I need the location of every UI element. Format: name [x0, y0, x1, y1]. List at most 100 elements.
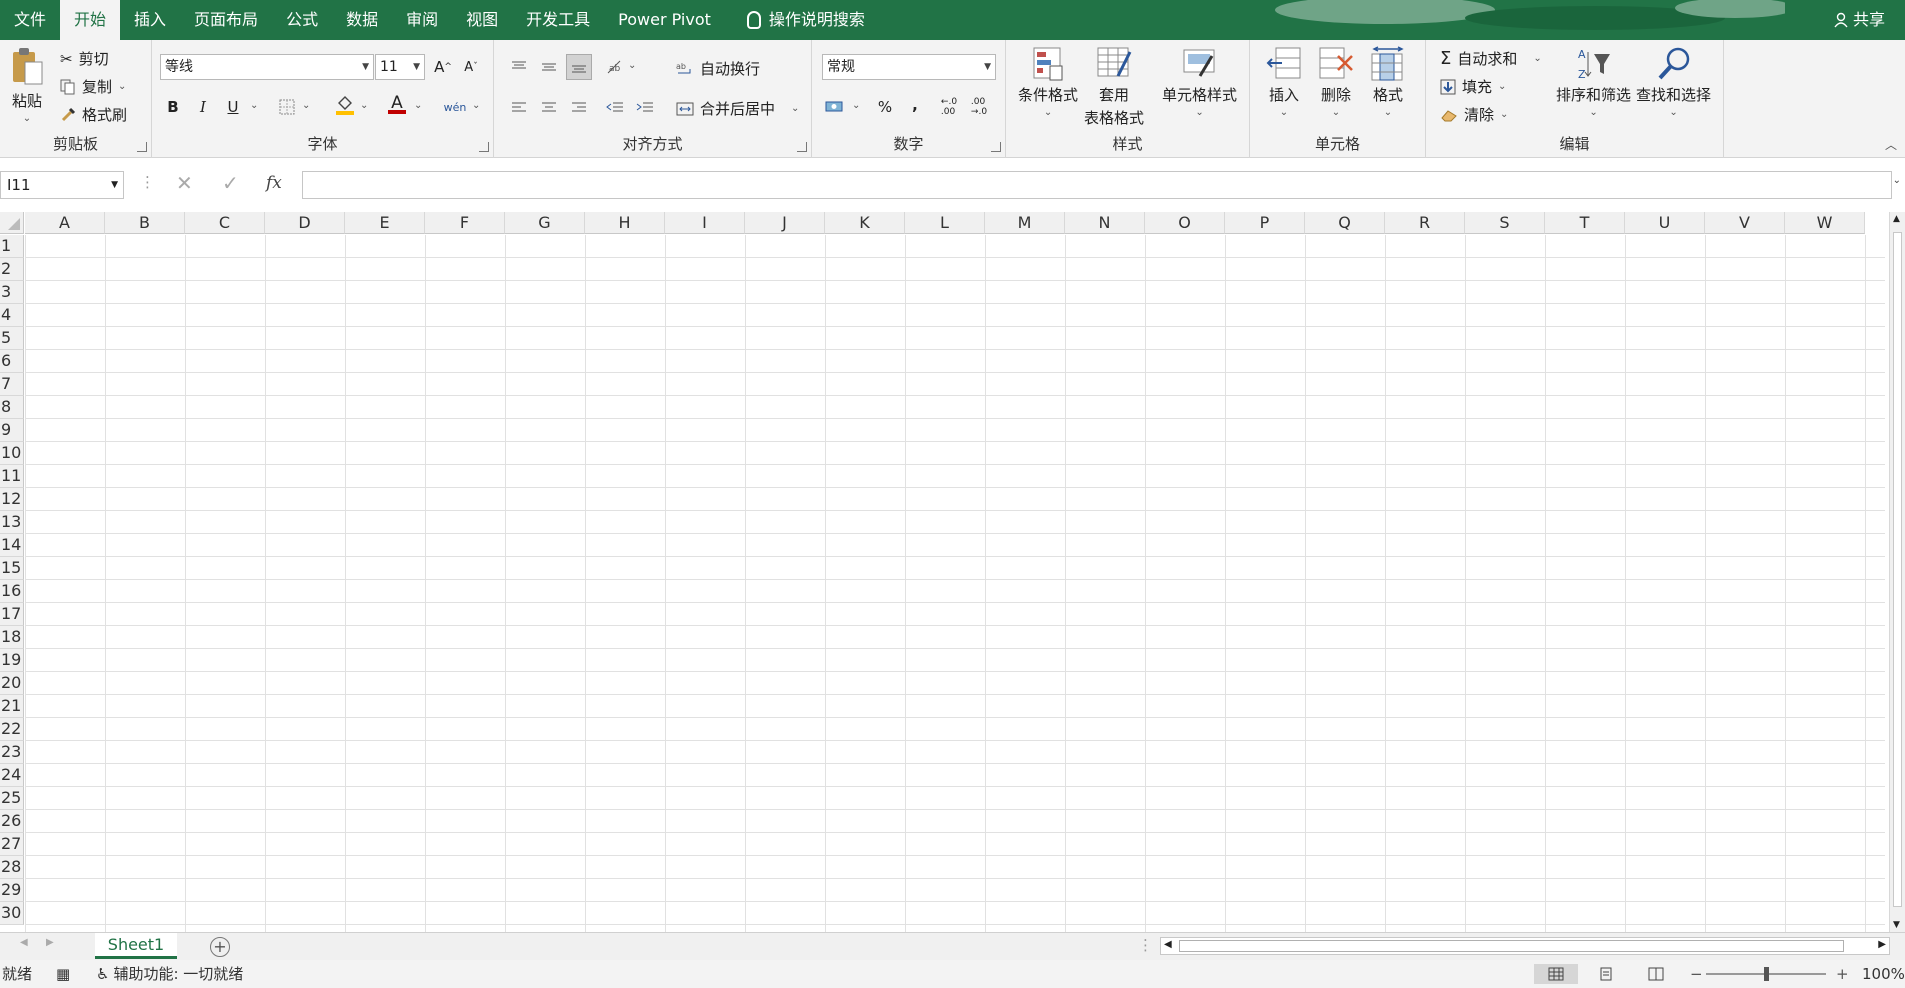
row-header[interactable]: 17 [0, 603, 24, 626]
page-layout-view-button[interactable] [1584, 964, 1628, 984]
share-button[interactable]: 共享 [1833, 0, 1885, 40]
row-header[interactable]: 14 [0, 534, 24, 557]
orientation-button[interactable]: ab [602, 54, 628, 80]
tab-7[interactable]: 视图 [452, 0, 512, 40]
tab-3[interactable]: 页面布局 [180, 0, 272, 40]
fill-button[interactable]: 填充 ⌄ [1440, 76, 1506, 97]
dialog-launcher-icon[interactable] [797, 142, 807, 152]
row-header[interactable]: 8 [0, 396, 24, 419]
zoom-out-icon[interactable]: − [1690, 960, 1703, 988]
chevron-down-icon[interactable]: ⌄ [302, 100, 310, 111]
underline-button[interactable]: U [220, 94, 246, 120]
collapse-ribbon-icon[interactable]: ︿ [1885, 136, 1897, 153]
column-header[interactable]: D [265, 212, 345, 234]
horizontal-scrollbar[interactable]: ◀ ▶ [1160, 937, 1890, 955]
row-header[interactable]: 15 [0, 557, 24, 580]
conditional-formatting-button[interactable]: 条件格式 ⌄ [1018, 46, 1078, 118]
align-center-button[interactable] [536, 94, 562, 120]
tab-0[interactable]: 文件 [0, 0, 60, 40]
chevron-down-icon[interactable]: ⌄ [628, 60, 636, 71]
name-box[interactable]: I11 ▼ [0, 171, 124, 199]
next-sheet-icon[interactable]: ▶ [46, 937, 54, 948]
align-top-button[interactable] [506, 54, 532, 80]
number-format-combo[interactable]: 常规 ▼ [822, 54, 996, 80]
row-header[interactable]: 4 [0, 304, 24, 327]
zoom-slider-thumb[interactable] [1764, 967, 1769, 981]
column-header[interactable]: B [105, 212, 185, 234]
dialog-launcher-icon[interactable] [137, 142, 147, 152]
italic-button[interactable]: I [190, 94, 216, 120]
worksheet-grid[interactable]: ABCDEFGHIJKLMNOPQRSTUVW 1 2 3 4 5 6 7 8 9 10 11 12 1… [0, 212, 1890, 932]
formula-input[interactable] [302, 171, 1892, 199]
scroll-down-icon[interactable]: ▼ [1893, 920, 1900, 930]
column-header[interactable]: Q [1305, 212, 1385, 234]
copy-button[interactable]: 复制 ⌄ [60, 76, 126, 97]
zoom-level[interactable]: 100% [1862, 960, 1905, 988]
phonetic-button[interactable]: wén [442, 94, 468, 120]
row-header[interactable]: 16 [0, 580, 24, 603]
prev-sheet-icon[interactable]: ◀ [20, 937, 28, 948]
row-header[interactable]: 28 [0, 856, 24, 879]
row-header[interactable]: 12 [0, 488, 24, 511]
increase-indent-button[interactable] [632, 94, 658, 120]
row-header[interactable]: 19 [0, 649, 24, 672]
column-header[interactable]: E [345, 212, 425, 234]
normal-view-button[interactable] [1534, 964, 1578, 984]
column-header[interactable]: G [505, 212, 585, 234]
add-sheet-icon[interactable]: + [210, 937, 230, 957]
merge-center-button[interactable]: 合并后居中 ⌄ [676, 98, 799, 119]
percent-button[interactable]: % [872, 94, 898, 120]
tab-4[interactable]: 公式 [272, 0, 332, 40]
column-header[interactable]: P [1225, 212, 1305, 234]
column-header[interactable]: V [1705, 212, 1785, 234]
row-header[interactable]: 24 [0, 764, 24, 787]
column-header[interactable]: W [1785, 212, 1865, 234]
column-header[interactable]: F [425, 212, 505, 234]
increase-decimal-button[interactable]: ←.0.00 [936, 94, 962, 120]
tab-6[interactable]: 审阅 [392, 0, 452, 40]
find-select-button[interactable]: 查找和选择 ⌄ [1636, 46, 1711, 118]
insert-cells-button[interactable]: 插入 ⌄ [1266, 46, 1302, 118]
row-header[interactable]: 13 [0, 511, 24, 534]
decrease-decimal-button[interactable]: .00 →.0 [966, 94, 992, 120]
chevron-down-icon[interactable]: ⌄ [250, 100, 258, 111]
autosum-button[interactable]: Σ 自动求和 ⌄ [1440, 48, 1542, 69]
row-header[interactable]: 2 [0, 258, 24, 281]
accessibility-status[interactable]: ♿ 辅助功能: 一切就绪 [96, 960, 243, 988]
bold-button[interactable]: B [160, 94, 186, 120]
paste-button[interactable]: 粘贴 ⌄ [10, 46, 44, 124]
row-header[interactable]: 25 [0, 787, 24, 810]
row-header[interactable]: 26 [0, 810, 24, 833]
font-color-button[interactable]: A [384, 92, 410, 118]
clear-button[interactable]: 清除 ⌄ [1440, 104, 1508, 125]
align-left-button[interactable] [506, 94, 532, 120]
column-header[interactable]: M [985, 212, 1065, 234]
column-header[interactable]: H [585, 212, 665, 234]
vertical-scrollbar[interactable]: ▲ ▼ [1889, 212, 1905, 932]
column-header[interactable]: T [1545, 212, 1625, 234]
column-header[interactable]: O [1145, 212, 1225, 234]
dialog-launcher-icon[interactable] [479, 142, 489, 152]
column-header[interactable]: K [825, 212, 905, 234]
font-name-combo[interactable]: 等线 ▼ [160, 54, 374, 80]
row-header[interactable]: 27 [0, 833, 24, 856]
column-header[interactable]: I [665, 212, 745, 234]
comma-style-button[interactable]: , [902, 92, 928, 118]
cell-area[interactable] [25, 235, 1885, 932]
sort-filter-button[interactable]: AZ 排序和筛选 ⌄ [1556, 46, 1631, 118]
align-bottom-button[interactable] [566, 54, 592, 80]
row-header[interactable]: 21 [0, 695, 24, 718]
horizontal-scroll-thumb[interactable] [1179, 940, 1844, 952]
zoom-in-icon[interactable]: + [1836, 960, 1849, 988]
format-as-table-button[interactable]: 套用 表格格式 [1084, 46, 1144, 128]
page-break-view-button[interactable] [1634, 964, 1678, 984]
column-header[interactable]: A [25, 212, 105, 234]
column-header[interactable]: J [745, 212, 825, 234]
tab-2[interactable]: 插入 [120, 0, 180, 40]
align-middle-button[interactable] [536, 54, 562, 80]
row-header[interactable]: 20 [0, 672, 24, 695]
insert-function-icon[interactable]: fx [266, 173, 282, 193]
row-header[interactable]: 11 [0, 465, 24, 488]
row-header[interactable]: 29 [0, 879, 24, 902]
sheet-tab[interactable]: Sheet1 [95, 933, 177, 959]
